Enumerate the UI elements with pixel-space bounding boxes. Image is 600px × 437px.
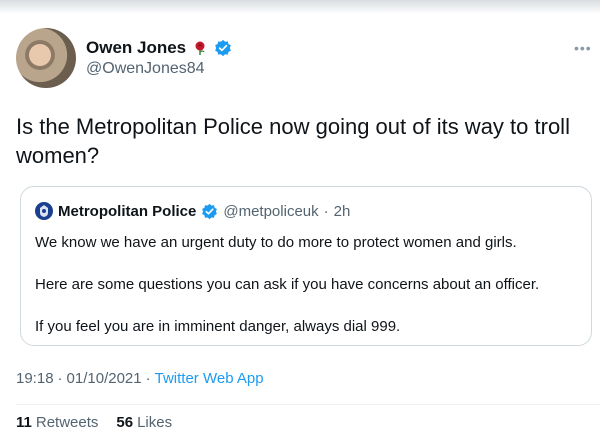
likes-count[interactable]: 56	[116, 414, 133, 431]
quoted-author-handle[interactable]: @metpoliceuk	[223, 203, 318, 220]
quoted-tweet-card[interactable]: Metropolitan Police @metpoliceuk · 2h We…	[20, 186, 592, 346]
likes-label[interactable]: Likes	[137, 414, 172, 431]
top-edge-shadow	[0, 0, 600, 14]
tweet-time[interactable]: 19:18	[16, 370, 54, 387]
author-name[interactable]: Owen Jones	[86, 38, 186, 58]
tweet-stats: 11 Retweets 56 Likes	[16, 414, 172, 431]
quoted-age: 2h	[333, 202, 351, 220]
tweet-meta: 19:18 · 01/10/2021 · Twitter Web App	[16, 370, 264, 387]
retweets-count[interactable]: 11	[16, 414, 32, 431]
quoted-line-1: We know we have an urgent duty to do mor…	[35, 234, 517, 251]
dot-separator: ·	[57, 370, 63, 387]
source-app-link[interactable]: Twitter Web App	[155, 370, 264, 387]
tweet-date[interactable]: 01/10/2021	[67, 370, 142, 387]
dot-separator: ·	[323, 202, 329, 220]
more-icon[interactable]: •••	[574, 40, 592, 56]
verified-icon	[215, 39, 231, 57]
author-name-row: Owen Jones	[86, 38, 232, 58]
met-police-avatar[interactable]	[35, 202, 53, 220]
author-handle[interactable]: @OwenJones84	[86, 60, 205, 78]
avatar[interactable]	[16, 28, 76, 88]
rose-icon	[195, 41, 205, 55]
dot-separator: ·	[145, 370, 151, 387]
retweets-label[interactable]: Retweets	[36, 414, 99, 431]
quoted-line-3: If you feel you are in imminent danger, …	[35, 318, 401, 335]
divider	[16, 404, 600, 405]
quoted-line-2: Here are some questions you can ask if y…	[35, 276, 540, 293]
quoted-tweet-header: Metropolitan Police @metpoliceuk · 2h	[35, 202, 350, 220]
verified-icon	[202, 203, 218, 219]
quoted-author-name[interactable]: Metropolitan Police	[58, 203, 196, 220]
tweet-text: Is the Metropolitan Police now going out…	[16, 114, 570, 168]
